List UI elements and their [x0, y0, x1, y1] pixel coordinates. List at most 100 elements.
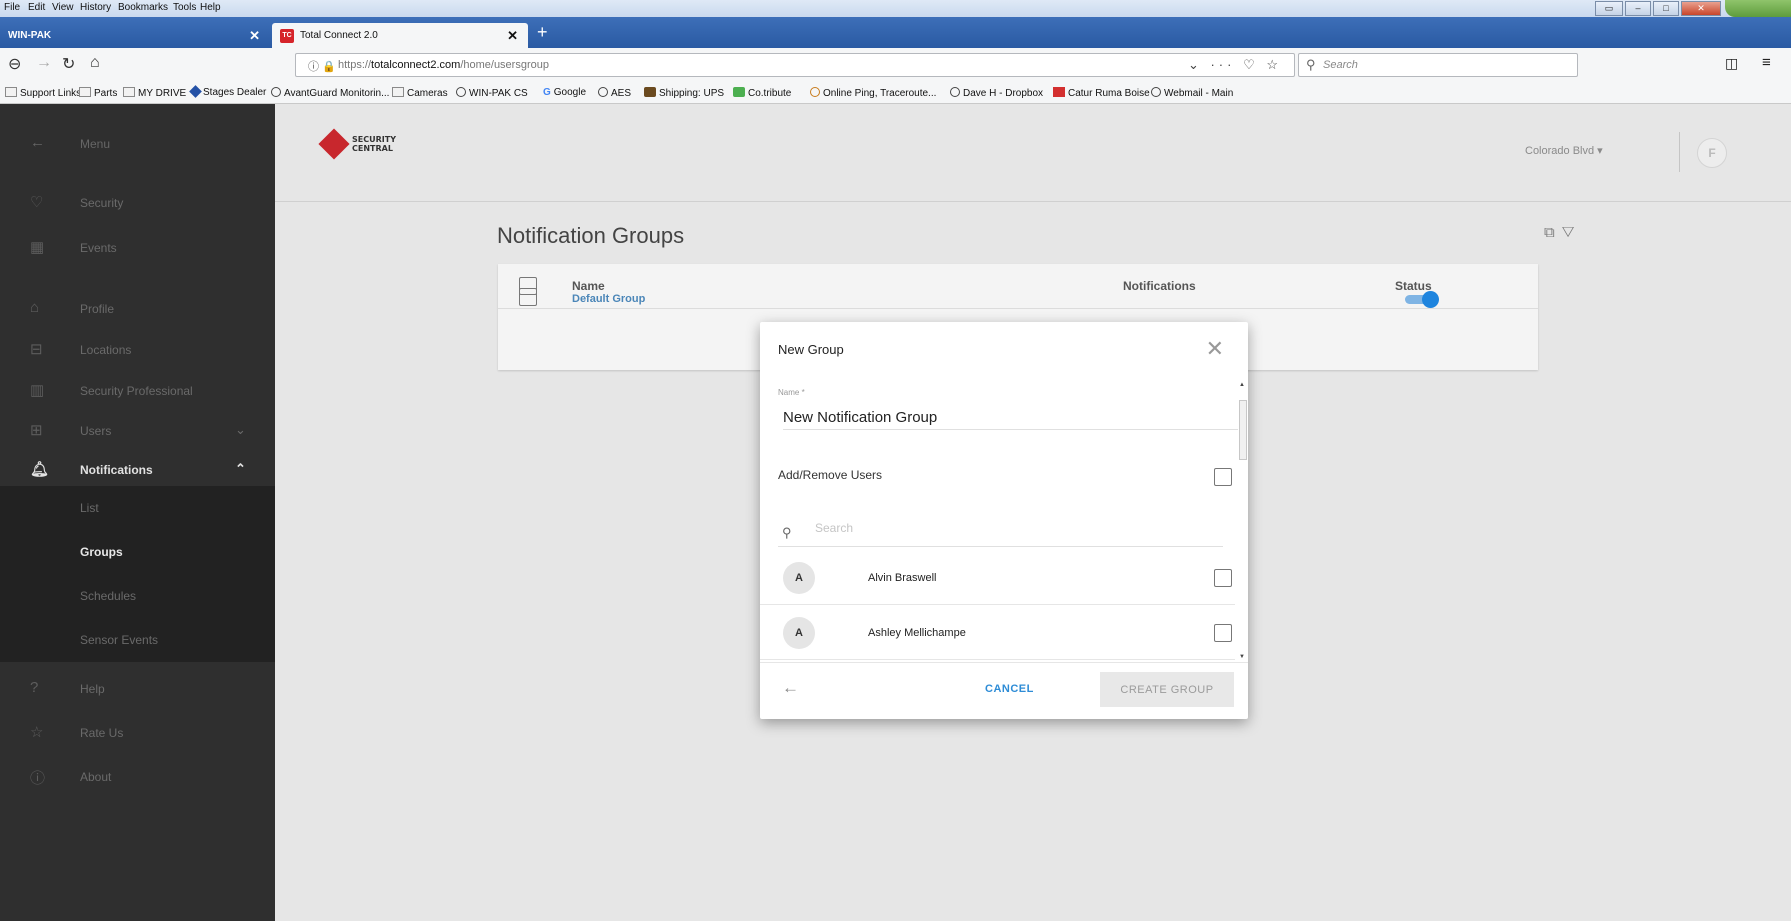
bookmark-online-ping[interactable]: Online Ping, Traceroute...	[810, 87, 936, 99]
user-checkbox[interactable]	[1214, 624, 1232, 642]
create-group-button[interactable]: CREATE GROUP	[1100, 672, 1234, 707]
menu-tools[interactable]: Tools	[173, 2, 196, 13]
forward-icon[interactable]: →	[36, 54, 52, 72]
bookmark-webmail[interactable]: Webmail - Main	[1151, 87, 1233, 99]
menu-file[interactable]: File	[4, 2, 20, 13]
tab-close-icon[interactable]: ✕	[507, 28, 518, 44]
avatar[interactable]: F	[1697, 138, 1727, 168]
sidebar-subitem-list[interactable]: List	[0, 486, 275, 530]
user-search-input[interactable]	[815, 521, 1115, 535]
menu-history[interactable]: History	[80, 2, 111, 13]
header-divider	[1679, 132, 1680, 172]
menu-view[interactable]: View	[52, 2, 74, 13]
list-item[interactable]: A Ashley Mellichampe	[760, 606, 1235, 660]
new-group-dialog: New Group ✕ Name * Add/Remove Users ⚲ A …	[760, 322, 1248, 719]
screen: File Edit View History Bookmarks Tools H…	[0, 0, 1791, 921]
add-remove-users-checkbox[interactable]	[1214, 468, 1232, 486]
bookmark-stages-dealer[interactable]: Stages Dealer	[189, 85, 266, 98]
scroll-up-icon[interactable]: ▲	[1239, 382, 1245, 388]
sidebar-item-events[interactable]: ▦ Events	[0, 223, 275, 273]
sidebar-menu-toggle[interactable]: ← Menu	[0, 119, 275, 169]
user-checkbox[interactable]	[1214, 569, 1232, 587]
search-icon: ⚲	[782, 525, 792, 540]
browser-menu-bar: File Edit View History Bookmarks Tools H…	[0, 0, 1791, 17]
hamburger-menu-icon[interactable]: ≡	[1762, 54, 1771, 71]
toggle-knob	[1422, 291, 1439, 308]
sidebar-subitem-groups[interactable]: Groups	[0, 530, 275, 574]
name-field-label: Name *	[778, 388, 805, 397]
bookmark-parts[interactable]: Parts	[79, 87, 117, 99]
sidebar-item-help[interactable]: ? Help	[0, 664, 275, 714]
bookmark-google[interactable]: G Google	[543, 87, 586, 98]
folder-icon	[392, 87, 404, 97]
menu-bookmarks[interactable]: Bookmarks	[118, 2, 168, 13]
browser-search-bar[interactable]: ⚲ Search	[1298, 53, 1578, 77]
row-checkbox[interactable]	[519, 288, 537, 306]
menu-edit[interactable]: Edit	[28, 2, 45, 13]
sidebar-subitem-sensor-events[interactable]: Sensor Events	[0, 618, 275, 662]
new-tab-icon[interactable]: +	[537, 22, 548, 43]
globe-icon	[1151, 87, 1161, 97]
column-header-name[interactable]: Name	[572, 279, 605, 293]
close-icon[interactable]: ✕	[1206, 336, 1224, 362]
bookmark-aes[interactable]: AES	[598, 87, 631, 99]
back-arrow-icon[interactable]: ←	[782, 678, 799, 698]
home-icon[interactable]: ⌂	[90, 54, 100, 72]
bookmark-win-pak-cs[interactable]: WIN-PAK CS	[456, 87, 528, 99]
scroll-down-icon[interactable]: ▼	[1239, 654, 1245, 660]
search-icon: ⚲	[1306, 57, 1316, 72]
location-selector[interactable]: Colorado Blvd ▾	[1525, 144, 1603, 157]
user-avatar: A	[783, 617, 815, 649]
url-bar[interactable]: ⓘ 🔒 https://totalconnect2.com/home/users…	[295, 53, 1295, 77]
sidebar-item-label: Rate Us	[80, 726, 124, 740]
sidebar-item-label: Events	[80, 241, 117, 255]
dialog-footer: ← CANCEL CREATE GROUP	[760, 662, 1248, 719]
sidebar-item-about[interactable]: ⓘ About	[0, 752, 275, 802]
group-name-link[interactable]: Default Group	[572, 293, 645, 305]
url-tools-icon[interactable]: ⌄ ··· ♡ ☆	[1188, 57, 1282, 73]
window-minimize-icon[interactable]: –	[1625, 1, 1651, 16]
bookmark-cotribute[interactable]: Co.tribute	[733, 87, 791, 99]
security-central-logo[interactable]: SECURITY CENTRAL	[318, 128, 396, 160]
sidebar-item-security[interactable]: ♡ Security	[0, 178, 275, 228]
list-item[interactable]: A Alvin Braswell	[760, 551, 1235, 605]
sidebar-subitem-label: Sensor Events	[80, 633, 159, 647]
ups-icon	[644, 87, 656, 97]
cotribute-icon	[733, 87, 745, 97]
filter-icon[interactable]: ▽	[1562, 224, 1582, 241]
reload-icon[interactable]: ↻	[62, 54, 75, 74]
bell-icon: 🔔︎	[30, 461, 50, 478]
bookmark-support-links[interactable]: Support Links	[5, 87, 81, 99]
tab-win-pak[interactable]: WIN-PAK ✕	[0, 23, 270, 48]
cancel-button[interactable]: CANCEL	[985, 683, 1034, 695]
user-search: ⚲	[778, 517, 1223, 547]
sidebar-subitem-schedules[interactable]: Schedules	[0, 574, 275, 618]
column-header-notifications[interactable]: Notifications	[1123, 279, 1196, 293]
group-name-input[interactable]	[783, 406, 1238, 430]
window-close-icon[interactable]: ✕	[1681, 1, 1721, 16]
window-maximize-icon[interactable]: □	[1653, 1, 1679, 16]
window-restore-icon[interactable]: ▭	[1595, 1, 1623, 16]
tab-total-connect[interactable]: TC Total Connect 2.0 ✕	[272, 23, 528, 48]
status-toggle[interactable]	[1405, 291, 1439, 308]
menu-help[interactable]: Help	[200, 2, 221, 13]
scrollbar-thumb[interactable]	[1239, 400, 1247, 460]
bookmark-dave-dropbox[interactable]: Dave H - Dropbox	[950, 87, 1043, 99]
profile-icon: ⌂	[30, 299, 40, 316]
tab-label: Total Connect 2.0	[300, 30, 378, 41]
bookmark-avantguard[interactable]: AvantGuard Monitorin...	[271, 87, 389, 99]
bookmark-my-drive[interactable]: MY DRIVE	[123, 87, 186, 99]
tab-close-icon[interactable]: ✕	[249, 28, 260, 44]
back-icon[interactable]: ⊖	[8, 54, 21, 74]
bookmark-shipping-ups[interactable]: Shipping: UPS	[644, 87, 724, 99]
add-group-icon[interactable]: ⧉	[1544, 224, 1562, 241]
globe-icon	[598, 87, 608, 97]
dialog-scrollbar[interactable]: ▲ ▼	[1238, 382, 1248, 662]
sidebar-item-rate-us[interactable]: ☆ Rate Us	[0, 708, 275, 758]
question-icon: ?	[30, 679, 39, 696]
sidebar-item-label: Notifications	[80, 463, 153, 477]
bookmark-catur-ruma[interactable]: Catur Ruma Boise	[1053, 87, 1150, 99]
bookmark-cameras[interactable]: Cameras	[392, 87, 448, 99]
lock-icon[interactable]: ⓘ 🔒	[308, 58, 336, 74]
sidebar-toggle-icon[interactable]: ◫	[1725, 55, 1738, 72]
